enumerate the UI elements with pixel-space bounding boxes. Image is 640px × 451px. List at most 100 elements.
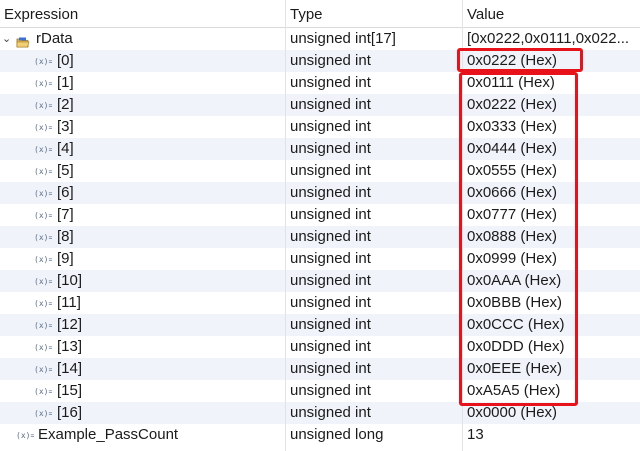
type-cell: unsigned int [290,228,371,245]
value-cell[interactable]: 0x0444 (Hex) [463,138,640,160]
variable-icon: (x)= [34,226,52,248]
type-cell: unsigned int[17] [290,30,396,47]
variable-icon: (x)= [34,358,52,380]
array-element-row[interactable]: (x)= [15] unsigned int 0xA5A5 (Hex) [0,380,640,402]
value-cell[interactable]: 0x0DDD (Hex) [463,336,640,358]
expression-cell: (x)= [0] [0,50,285,72]
expression-name: [3] [57,118,74,135]
expression-cell: (x)= [11] [0,292,285,314]
expression-cell: (x)= [9] [0,248,285,270]
expression-cell: (x)= [1] [0,72,285,94]
array-element-row[interactable]: (x)= [0] unsigned int 0x0222 (Hex) [0,50,640,72]
expression-name: [1] [57,74,74,91]
column-divider[interactable] [285,0,286,451]
value-cell[interactable]: 0xA5A5 (Hex) [463,380,640,402]
variable-icon: (x)= [34,270,52,292]
svg-text:(x)=: (x)= [34,387,52,396]
type-cell: unsigned int [290,250,371,267]
expression-name: [5] [57,162,74,179]
expression-name: [7] [57,206,74,223]
expression-cell: (x)= [8] [0,226,285,248]
array-element-row[interactable]: (x)= [10] unsigned int 0x0AAA (Hex) [0,270,640,292]
array-element-row[interactable]: (x)= [8] unsigned int 0x0888 (Hex) [0,226,640,248]
value-cell[interactable]: 0x0111 (Hex) [463,72,640,94]
value-cell[interactable]: 0x0222 (Hex) [463,50,640,72]
value-cell[interactable]: 0x0999 (Hex) [463,248,640,270]
expression-cell: ⌄ rData [0,28,285,50]
value-cell[interactable]: 0x0555 (Hex) [463,160,640,182]
variable-icon: (x)= [34,138,52,160]
expression-name: [12] [57,316,83,333]
value-cell[interactable]: 0x0AAA (Hex) [463,270,640,292]
variable-icon: (x)= [34,336,52,358]
variable-icon: (x)= [34,94,52,116]
array-element-row[interactable]: (x)= [3] unsigned int 0x0333 (Hex) [0,116,640,138]
variable-icon: (x)= [16,424,34,446]
svg-text:(x)=: (x)= [34,211,52,220]
variable-icon: (x)= [34,402,52,424]
value-cell[interactable]: 0x0888 (Hex) [463,226,640,248]
variable-icon: (x)= [34,116,52,138]
array-element-row[interactable]: (x)= [6] unsigned int 0x0666 (Hex) [0,182,640,204]
expression-name: [2] [57,96,74,113]
value-cell[interactable]: [0x0222,0x0111,0x022... [463,28,640,50]
column-header-row: Expression Type Value [0,0,640,28]
expression-cell: (x)= [7] [0,204,285,226]
expression-name: rData [36,30,73,47]
expression-name: [6] [57,184,74,201]
type-cell: unsigned int [290,272,371,289]
type-cell: unsigned int [290,96,371,113]
svg-text:(x)=: (x)= [34,343,52,352]
value-cell[interactable]: 0x0CCC (Hex) [463,314,640,336]
type-cell: unsigned long [290,426,384,443]
column-divider[interactable] [462,0,463,451]
type-cell: unsigned int [290,382,371,399]
svg-text:(x)=: (x)= [34,57,52,66]
type-cell: unsigned int [290,206,371,223]
array-element-row[interactable]: (x)= [2] unsigned int 0x0222 (Hex) [0,94,640,116]
variable-icon: (x)= [34,292,52,314]
expression-cell: (x)= [12] [0,314,285,336]
value-cell[interactable]: 0x0333 (Hex) [463,116,640,138]
array-element-list: (x)= [0] unsigned int 0x0222 (Hex) (x)= [1] un… [0,50,640,424]
value-cell[interactable]: 0x0777 (Hex) [463,204,640,226]
value-cell[interactable]: 13 [463,424,640,446]
type-cell: unsigned int [290,162,371,179]
svg-text:(x)=: (x)= [34,233,52,242]
expression-cell: (x)= [2] [0,94,285,116]
array-element-row[interactable]: (x)= [1] unsigned int 0x0111 (Hex) [0,72,640,94]
array-element-row[interactable]: (x)= [5] unsigned int 0x0555 (Hex) [0,160,640,182]
expression-column-header[interactable]: Expression [0,0,285,27]
svg-text:(x)=: (x)= [34,101,52,110]
value-cell[interactable]: 0x0BBB (Hex) [463,292,640,314]
expression-row-rdata[interactable]: ⌄ rData unsigned int[17] [0x0222,0x0111,… [0,28,640,50]
value-cell[interactable]: 0x0666 (Hex) [463,182,640,204]
array-element-row[interactable]: (x)= [14] unsigned int 0x0EEE (Hex) [0,358,640,380]
array-element-row[interactable]: (x)= [16] unsigned int 0x0000 (Hex) [0,402,640,424]
expression-name: Example_PassCount [38,426,179,443]
array-element-row[interactable]: (x)= [7] unsigned int 0x0777 (Hex) [0,204,640,226]
array-element-row[interactable]: (x)= [12] unsigned int 0x0CCC (Hex) [0,314,640,336]
value-cell[interactable]: 0x0222 (Hex) [463,94,640,116]
expression-row-passcount[interactable]: (x)= Example_PassCount unsigned long 13 [0,424,640,446]
array-element-row[interactable]: (x)= [13] unsigned int 0x0DDD (Hex) [0,336,640,358]
array-element-row[interactable]: (x)= [9] unsigned int 0x0999 (Hex) [0,248,640,270]
array-element-row[interactable]: (x)= [11] unsigned int 0x0BBB (Hex) [0,292,640,314]
expression-name: [9] [57,250,74,267]
variable-icon: (x)= [34,50,52,72]
expression-cell: (x)= [5] [0,160,285,182]
svg-text:(x)=: (x)= [34,277,52,286]
svg-text:(x)=: (x)= [34,145,52,154]
value-column-header[interactable]: Value [463,0,640,27]
value-cell[interactable]: 0x0EEE (Hex) [463,358,640,380]
svg-text:(x)=: (x)= [34,189,52,198]
variable-icon: (x)= [34,248,52,270]
variable-icon: (x)= [34,204,52,226]
type-column-header[interactable]: Type [286,0,462,27]
variable-icon: (x)= [34,314,52,336]
expression-cell: (x)= [15] [0,380,285,402]
array-element-row[interactable]: (x)= [4] unsigned int 0x0444 (Hex) [0,138,640,160]
value-cell[interactable]: 0x0000 (Hex) [463,402,640,424]
chevron-down-icon[interactable]: ⌄ [2,28,12,50]
expression-name: [11] [57,294,81,311]
